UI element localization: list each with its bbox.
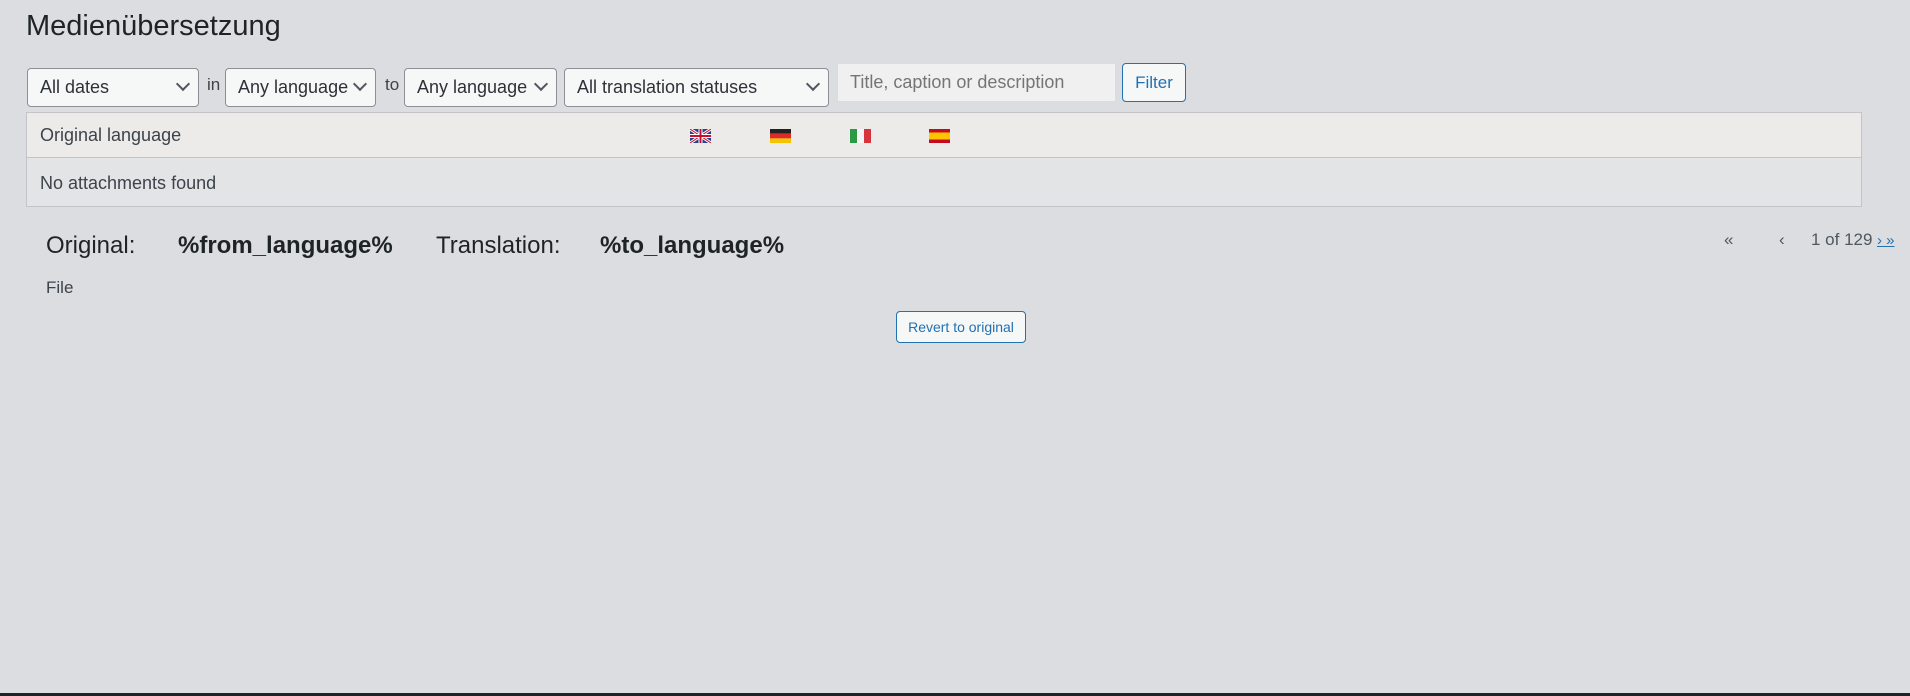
translation-status-select[interactable]: All translation statuses bbox=[564, 68, 829, 107]
de-flag-icon[interactable] bbox=[770, 129, 791, 143]
next-last-page-link[interactable]: › » bbox=[1877, 232, 1895, 249]
page-title: Medienübersetzung bbox=[26, 10, 281, 42]
chevron-down-icon bbox=[175, 76, 191, 92]
to-language: %to_language% bbox=[600, 232, 785, 259]
in-label: in bbox=[207, 75, 221, 94]
table-header: Original language bbox=[27, 113, 1861, 158]
first-page-button[interactable]: « bbox=[1724, 230, 1733, 250]
it-flag-icon[interactable] bbox=[850, 129, 871, 143]
from-language: %from_language% bbox=[178, 232, 393, 259]
gb-flag-icon[interactable] bbox=[690, 129, 711, 143]
filter-button[interactable]: Filter bbox=[1122, 63, 1186, 102]
empty-row: No attachments found bbox=[40, 173, 217, 193]
original-language-header: Original language bbox=[40, 125, 182, 145]
translation-label: Translation: bbox=[436, 232, 561, 259]
chevron-down-icon bbox=[352, 76, 368, 92]
to-label: to bbox=[385, 75, 400, 94]
file-label: File bbox=[46, 278, 74, 297]
search-input[interactable] bbox=[837, 63, 1116, 102]
chevron-down-icon bbox=[533, 76, 549, 92]
page-info: 1 of 129 bbox=[1811, 230, 1873, 249]
to-language-select[interactable]: Any language bbox=[404, 68, 557, 107]
prev-page-button[interactable]: ‹ bbox=[1779, 230, 1785, 250]
chevron-down-icon bbox=[805, 76, 821, 92]
attachments-table: Original language No attachments found bbox=[26, 112, 1862, 207]
revert-to-original-button[interactable]: Revert to original bbox=[896, 311, 1026, 343]
from-language-select[interactable]: Any language bbox=[225, 68, 376, 107]
date-filter-select[interactable]: All dates bbox=[27, 68, 199, 107]
es-flag-icon[interactable] bbox=[929, 129, 950, 143]
original-label: Original: bbox=[46, 232, 136, 259]
